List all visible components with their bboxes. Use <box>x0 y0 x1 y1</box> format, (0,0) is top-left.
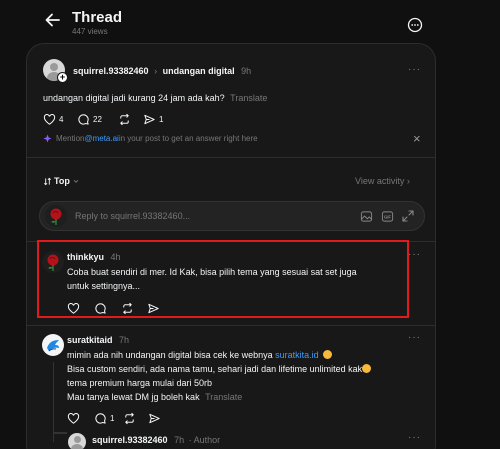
reply-text: Mau tanya lewat DM jg boleh kak <box>67 392 200 402</box>
divider <box>27 325 435 326</box>
reply-time: 7h <box>119 335 130 345</box>
reply-text-line: Mau tanya lewat DM jg boleh kak Translat… <box>67 390 242 404</box>
comment-button[interactable]: 1 <box>94 411 114 425</box>
comment-count: 1 <box>110 413 115 423</box>
top-bar: Thread 447 views <box>0 0 500 44</box>
send-icon <box>143 113 156 126</box>
reply-username[interactable]: suratkitaid <box>67 335 113 345</box>
repost-icon <box>123 412 136 425</box>
more-options-icon[interactable] <box>407 17 423 33</box>
topic-separator: › <box>154 66 158 76</box>
like-button[interactable]: 4 <box>43 112 63 126</box>
heart-icon <box>43 113 56 126</box>
reply-avatar[interactable] <box>42 334 64 356</box>
reply-text-prefix: mimin ada nih undangan digital bisa cek … <box>67 350 276 360</box>
author-badge: · Author <box>188 435 221 445</box>
reply-more-button[interactable]: ··· <box>408 249 421 260</box>
sort-icon <box>43 177 52 186</box>
comment-count: 22 <box>93 114 102 124</box>
chevron-down-icon <box>72 177 80 185</box>
post-more-button[interactable]: ··· <box>408 64 421 75</box>
post-text: undangan digital jadi kurang 24 jam ada … <box>43 91 267 105</box>
divider <box>27 157 435 158</box>
repost-icon <box>118 113 131 126</box>
like-button[interactable] <box>67 411 80 425</box>
post-time: 9h <box>241 66 252 76</box>
like-count: 4 <box>59 114 64 124</box>
meta-hint-prefix: Mention <box>56 134 85 143</box>
back-arrow-icon[interactable] <box>43 10 63 30</box>
grinning-face-icon <box>362 364 372 373</box>
send-icon <box>148 412 161 425</box>
translate-link[interactable]: Translate <box>230 93 267 103</box>
sort-label: Top <box>54 176 70 186</box>
expand-icon[interactable] <box>401 209 415 223</box>
meta-ai-hint: Mention @meta.ai in your post to get an … <box>43 134 258 143</box>
gif-icon[interactable]: GIF <box>381 210 394 223</box>
post-body: undangan digital jadi kurang 24 jam ada … <box>43 93 225 103</box>
meta-ai-icon <box>43 134 52 143</box>
blushing-face-icon <box>323 350 333 359</box>
svg-text:GIF: GIF <box>384 215 391 220</box>
reply-text-line: mimin ada nih undangan digital bisa cek … <box>67 348 333 362</box>
reply-header: suratkitaid 7h <box>67 335 129 345</box>
post-header: squirrel.93382460 › undangan digital 9h <box>73 66 251 76</box>
view-activity-link[interactable]: View activity › <box>355 176 410 186</box>
current-user-avatar <box>45 205 67 227</box>
reply-placeholder: Reply to squirrel.93382460... <box>75 211 191 221</box>
reply-text: Bisa custom sendiri, ada nama tamu, seha… <box>67 364 363 374</box>
post-username[interactable]: squirrel.93382460 <box>73 66 149 76</box>
repost-button[interactable] <box>123 411 136 425</box>
website-link[interactable]: suratkita.id <box>275 350 319 360</box>
translate-link[interactable]: Translate <box>205 392 242 402</box>
reply-more-button[interactable]: ··· <box>408 432 421 443</box>
comment-icon <box>77 113 90 126</box>
view-count: 447 views <box>72 27 108 36</box>
meta-hint-suffix: in your post to get an answer right here <box>118 134 258 143</box>
close-icon[interactable]: × <box>413 131 421 146</box>
page-title: Thread <box>72 9 123 26</box>
reply-text-line: Bisa custom sendiri, ada nama tamu, seha… <box>67 362 372 376</box>
reply-username[interactable]: squirrel.93382460 <box>92 435 168 445</box>
image-icon[interactable] <box>360 210 373 223</box>
reply-text-line: tema premium harga mulai dari 50rb <box>67 378 213 388</box>
share-count: 1 <box>159 114 164 124</box>
follow-plus-icon[interactable]: + <box>57 72 68 83</box>
reply-time: 7h <box>174 435 185 445</box>
reply-more-button[interactable]: ··· <box>408 332 421 343</box>
reply-avatar[interactable] <box>68 433 86 449</box>
share-button[interactable]: 1 <box>143 112 163 126</box>
comment-button[interactable]: 22 <box>77 112 102 126</box>
highlight-box <box>37 240 409 318</box>
thread-branch-line <box>52 432 67 434</box>
comment-icon <box>94 412 107 425</box>
share-button[interactable] <box>148 411 161 425</box>
sort-dropdown[interactable]: Top <box>43 176 80 186</box>
thread-connector-line <box>52 362 54 442</box>
heart-icon <box>67 412 80 425</box>
post-topic[interactable]: undangan digital <box>163 66 235 76</box>
repost-button[interactable] <box>118 112 134 126</box>
meta-ai-mention-link[interactable]: @meta.ai <box>84 134 118 143</box>
reply-header: squirrel.93382460 7h · Author <box>92 435 220 445</box>
reply-input[interactable]: Reply to squirrel.93382460... GIF <box>39 201 425 231</box>
